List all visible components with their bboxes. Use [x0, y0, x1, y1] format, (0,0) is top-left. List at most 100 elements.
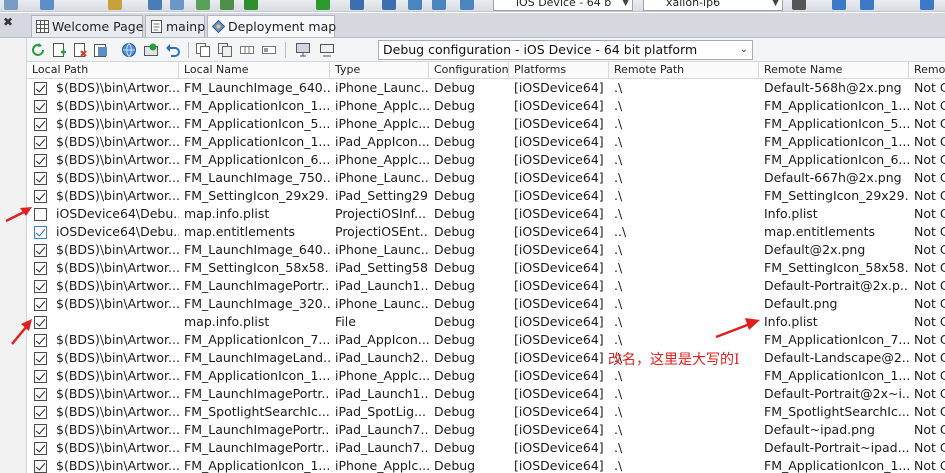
column-options-icon[interactable]: [239, 42, 255, 58]
table-row[interactable]: $(BDS)\bin\Artwor... FM_ApplicationIcon_6…: [27, 151, 945, 169]
save-as-icon[interactable]: [170, 0, 184, 10]
tab-deployment-map[interactable]: Deployment map: [207, 15, 336, 37]
row-checkbox[interactable]: [34, 100, 47, 113]
row-checkbox[interactable]: [34, 154, 47, 167]
table-row[interactable]: map.info.plist File Debug [iOSDevice64] .\ In…: [27, 313, 945, 331]
close-icon[interactable]: ✖: [1, 15, 15, 29]
configuration-select[interactable]: Debug configuration - iOS Device - 64 bi…: [378, 40, 753, 60]
row-checkbox[interactable]: [34, 208, 47, 221]
cell-platforms: [iOSDevice64]: [514, 134, 604, 149]
cell-remote-path: .\: [614, 404, 623, 419]
row-checkbox[interactable]: [34, 136, 47, 149]
tab-welcome-page[interactable]: Welcome Page: [31, 15, 143, 37]
column-header-local-name[interactable]: Local Name: [179, 62, 330, 79]
remote-system-icon[interactable]: [319, 42, 335, 58]
device-icon[interactable]: [792, 0, 806, 10]
cell-remote-name: Default-568h@2x.png: [764, 80, 902, 95]
nav-icon[interactable]: [920, 0, 934, 10]
row-checkbox[interactable]: [34, 370, 47, 383]
table-row[interactable]: $(BDS)\bin\Artwor... FM_LaunchImagePortr.…: [27, 421, 945, 439]
add-files-icon[interactable]: [51, 42, 67, 58]
table-row[interactable]: $(BDS)\bin\Artwor... FM_LaunchImagePortr.…: [27, 385, 945, 403]
step-out-icon[interactable]: [460, 0, 474, 10]
copy-icon[interactable]: [195, 42, 211, 58]
row-checkbox[interactable]: [34, 226, 47, 239]
column-header-local-path[interactable]: Local Path: [27, 62, 179, 79]
column-header-remote-name[interactable]: Remote Name: [759, 62, 909, 79]
column-header-remote-path[interactable]: Remote Path: [609, 62, 759, 79]
stop-icon[interactable]: [382, 0, 396, 10]
column-header-type[interactable]: Type: [330, 62, 429, 79]
pause-icon[interactable]: [350, 0, 364, 10]
row-checkbox[interactable]: [34, 442, 47, 455]
platform-select[interactable]: iOS Device - 64 b ▼: [493, 0, 633, 11]
table-row[interactable]: $(BDS)\bin\Artwor... FM_LaunchImage_640..…: [27, 241, 945, 259]
cell-configuration: Debug: [434, 152, 476, 167]
cell-platforms: [iOSDevice64]: [514, 116, 604, 131]
deploy-icon[interactable]: [143, 42, 159, 58]
column-header-configuration[interactable]: Configuration: [429, 62, 509, 79]
cell-platforms: [iOSDevice64]: [514, 350, 604, 365]
row-checkbox[interactable]: [34, 190, 47, 203]
table-row[interactable]: $(BDS)\bin\Artwor... FM_ApplicationIcon_1…: [27, 457, 945, 473]
duplicate-icon[interactable]: [217, 42, 233, 58]
table-row[interactable]: $(BDS)\bin\Artwor... FM_ApplicationIcon_1…: [27, 367, 945, 385]
table-row[interactable]: $(BDS)\bin\Artwor... FM_ApplicationIcon_7…: [27, 331, 945, 349]
computer-icon[interactable]: [295, 42, 311, 58]
table-row[interactable]: iOSDevice64\Debu... map.entitlements Proje…: [27, 223, 945, 241]
step-over-icon[interactable]: [408, 0, 422, 10]
run-icon[interactable]: [316, 0, 330, 10]
table-row[interactable]: $(BDS)\bin\Artwor... FM_LaunchImage_320..…: [27, 295, 945, 313]
row-checkbox[interactable]: [34, 424, 47, 437]
row-checkbox[interactable]: [34, 352, 47, 365]
layout-icon[interactable]: [261, 42, 277, 58]
row-checkbox[interactable]: [34, 244, 47, 257]
save-icon[interactable]: [40, 0, 54, 10]
component-icon[interactable]: [220, 0, 234, 10]
open-icon[interactable]: [4, 0, 18, 10]
new-form-icon[interactable]: [196, 0, 210, 10]
row-checkbox[interactable]: [34, 298, 47, 311]
table-row[interactable]: $(BDS)\bin\Artwor... FM_SpotlightSearchIc…: [27, 403, 945, 421]
column-header-remote-status[interactable]: Remot: [909, 62, 945, 79]
row-checkbox[interactable]: [34, 280, 47, 293]
open-project-icon[interactable]: [108, 0, 122, 10]
table-row[interactable]: $(BDS)\bin\Artwor... FM_SettingIcon_58x58…: [27, 259, 945, 277]
back-arrow-icon[interactable]: [832, 0, 846, 10]
profile-select[interactable]: xalion-ip6 ▼: [643, 0, 783, 11]
table-row[interactable]: $(BDS)\bin\Artwor... FM_LaunchImagePortr.…: [27, 277, 945, 295]
remove-file-icon[interactable]: [72, 42, 88, 58]
row-checkbox[interactable]: [34, 118, 47, 131]
table-row[interactable]: $(BDS)\bin\Artwor... FM_LaunchImage_640..…: [27, 79, 945, 97]
row-checkbox[interactable]: [34, 388, 47, 401]
row-checkbox[interactable]: [34, 82, 47, 95]
connect-globe-icon[interactable]: [121, 42, 137, 58]
table-row[interactable]: $(BDS)\bin\Artwor... FM_ApplicationIcon_1…: [27, 97, 945, 115]
table-row[interactable]: iOSDevice64\Debu... map.info.plist Project…: [27, 205, 945, 223]
table-row[interactable]: $(BDS)\bin\Artwor... FM_ApplicationIcon_1…: [27, 133, 945, 151]
chevron-down-icon: ▼: [772, 0, 779, 8]
tab-mainp[interactable]: mainp: [145, 15, 205, 37]
cell-configuration: Debug: [434, 332, 476, 347]
table-row[interactable]: $(BDS)\bin\Artwor... FM_ApplicationIcon_5…: [27, 115, 945, 133]
save-all-icon[interactable]: [148, 0, 162, 10]
table-row[interactable]: $(BDS)\bin\Artwor... FM_LaunchImagePortr.…: [27, 439, 945, 457]
column-header-platforms[interactable]: Platforms: [509, 62, 609, 79]
row-checkbox[interactable]: [34, 172, 47, 185]
row-checkbox[interactable]: [34, 262, 47, 275]
step-into-icon[interactable]: [432, 0, 446, 10]
cell-type: iPad_Launch2...: [335, 350, 429, 365]
cell-remote-status: Not C: [914, 206, 945, 221]
revert-icon[interactable]: [165, 42, 181, 58]
add-featured-files-icon[interactable]: [93, 42, 109, 58]
build-icon[interactable]: [244, 0, 258, 10]
row-checkbox[interactable]: [34, 406, 47, 419]
refresh-icon[interactable]: [30, 42, 46, 58]
forward-arrow-icon[interactable]: [860, 0, 874, 10]
cell-platforms: [iOSDevice64]: [514, 440, 604, 455]
table-row[interactable]: $(BDS)\bin\Artwor... FM_LaunchImage_750..…: [27, 169, 945, 187]
table-row[interactable]: $(BDS)\bin\Artwor... FM_LaunchImageLand..…: [27, 349, 945, 367]
row-checkbox[interactable]: [34, 460, 47, 473]
cell-type: iPad_Launch7...: [335, 440, 429, 455]
table-row[interactable]: $(BDS)\bin\Artwor... FM_SettingIcon_29x29…: [27, 187, 945, 205]
